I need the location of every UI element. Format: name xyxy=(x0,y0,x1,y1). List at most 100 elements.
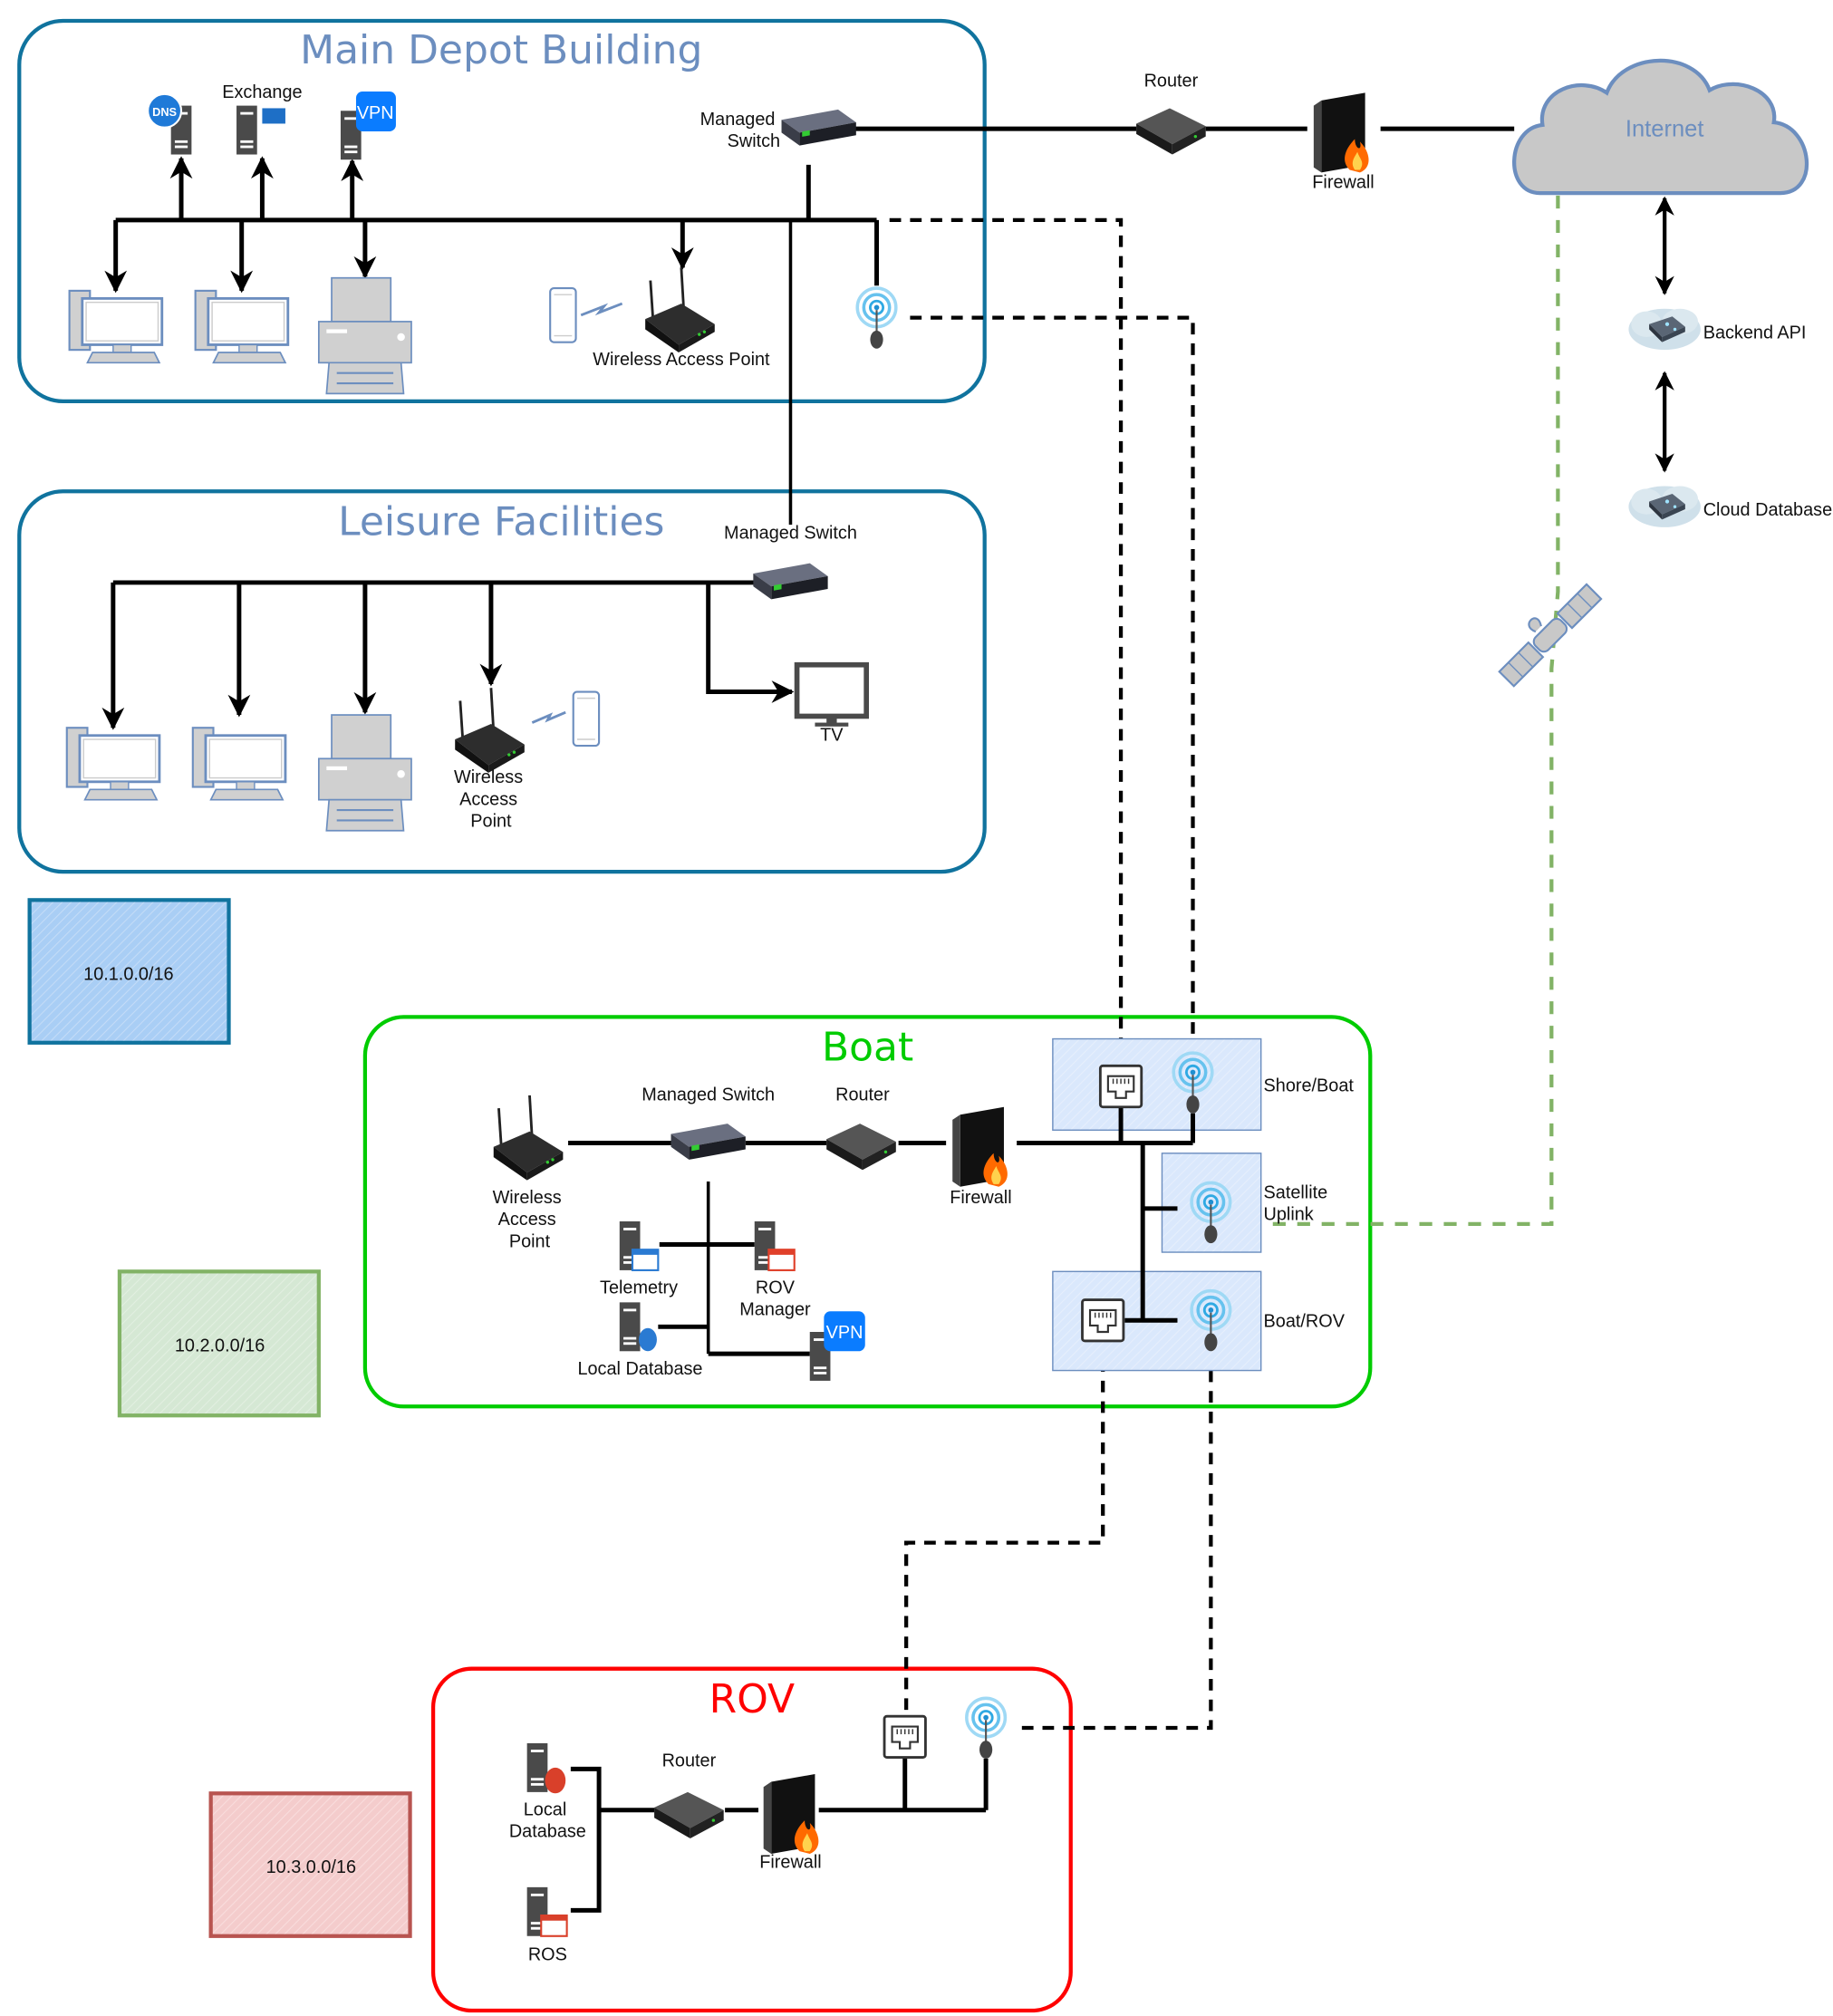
switch-label: Switch xyxy=(728,131,781,151)
wap-label: Point xyxy=(509,1231,551,1251)
rov-local-database[interactable]: Local Database xyxy=(509,1742,586,1842)
wireless-signal-icon xyxy=(531,710,566,724)
ros-label: ROS xyxy=(528,1945,567,1965)
exchange-icon xyxy=(262,108,285,124)
vpn-label: VPN xyxy=(826,1323,863,1343)
boat-firewall[interactable]: Firewall xyxy=(950,1106,1012,1208)
internet-cloud[interactable]: Internet xyxy=(1512,58,1809,196)
wireless-link-depot-boat xyxy=(910,315,1195,1065)
wap-label: Access xyxy=(459,789,517,809)
boat-managed-switch[interactable]: Managed Switch xyxy=(642,1085,775,1160)
database-icon xyxy=(639,1327,657,1352)
zone-title-leisure: Leisure Facilities xyxy=(338,498,664,545)
local-database-label: Database xyxy=(509,1822,586,1842)
zone-title-boat: Boat xyxy=(822,1025,913,1071)
leisure-mobile-device xyxy=(531,690,601,748)
local-database-label: Local Database xyxy=(577,1359,702,1379)
boat-router[interactable]: Router xyxy=(826,1085,896,1171)
link-panel-shore-boat xyxy=(1052,1037,1262,1131)
rov-router[interactable]: Router xyxy=(654,1751,724,1838)
edge-router[interactable]: Router xyxy=(1136,71,1206,155)
depot-mobile-device xyxy=(549,286,623,343)
subnet-box-10-3: 10.3.0.0/16 xyxy=(208,1791,412,1938)
dns-server[interactable]: DNS xyxy=(147,92,192,155)
dashed-links xyxy=(889,217,1213,1731)
shore-boat-ethernet-port[interactable] xyxy=(1098,1064,1143,1109)
subnet-box-10-1: 10.1.0.0/16 xyxy=(27,898,231,1045)
desktop-pc[interactable] xyxy=(68,289,164,364)
desktop-pc[interactable] xyxy=(191,726,287,802)
satellite-link xyxy=(1262,195,1560,1226)
subnet-label: 10.2.0.0/16 xyxy=(175,1336,265,1355)
switch-label: Managed xyxy=(700,110,776,130)
wap-label: Access xyxy=(498,1210,556,1230)
printer[interactable] xyxy=(317,713,413,832)
boat-vpn-server[interactable]: VPN xyxy=(809,1311,865,1381)
subnet-label: 10.3.0.0/16 xyxy=(266,1857,356,1877)
router-label: Router xyxy=(1144,71,1199,91)
depot-managed-switch[interactable]: Managed Switch xyxy=(700,109,856,151)
boat-rov-ethernet-port[interactable] xyxy=(1081,1298,1125,1343)
boat-local-database[interactable]: Local Database xyxy=(577,1302,702,1379)
exchange-label: Exchange xyxy=(222,82,302,102)
satellite-uplink-label: Satellite xyxy=(1264,1182,1328,1202)
tv-label: TV xyxy=(820,725,844,745)
cloud-database-label: Cloud Database xyxy=(1703,500,1832,520)
subnet-label: 10.1.0.0/16 xyxy=(83,964,173,984)
telemetry-server[interactable]: Telemetry xyxy=(600,1220,678,1297)
backend-api-label: Backend API xyxy=(1703,323,1807,342)
satellite-icon xyxy=(1498,583,1603,688)
rov-antenna[interactable] xyxy=(965,1696,1008,1760)
wap-label: Wireless xyxy=(493,1188,562,1208)
firewall-label: Firewall xyxy=(1312,172,1374,192)
shore-boat-label: Shore/Boat xyxy=(1264,1076,1355,1096)
depot-wireless-access-point[interactable]: Wireless Access Point xyxy=(593,265,770,370)
firewall-label: Firewall xyxy=(759,1853,821,1873)
ros-server[interactable]: ROS xyxy=(526,1886,568,1965)
edge-firewall[interactable]: Firewall xyxy=(1312,92,1375,192)
vpn-label: VPN xyxy=(357,103,394,123)
switch-label: Managed Switch xyxy=(724,524,857,544)
rov-ethernet-port[interactable] xyxy=(883,1714,927,1759)
wap-label: Wireless xyxy=(454,767,523,787)
boat-wireless-access-point[interactable]: Wireless Access Point xyxy=(492,1094,564,1251)
leisure-wiring xyxy=(101,580,795,730)
rov-manager-server[interactable]: ROV Manager xyxy=(739,1220,811,1320)
zone-title-main-depot: Main Depot Building xyxy=(300,27,702,73)
printer[interactable] xyxy=(317,276,413,395)
exchange-server[interactable]: Exchange xyxy=(222,82,303,155)
cloud-database[interactable]: Cloud Database xyxy=(1628,486,1832,527)
zone-title-rov: ROV xyxy=(709,1676,795,1722)
subnet-box-10-2: 10.2.0.0/16 xyxy=(117,1269,321,1418)
switch-label: Managed Switch xyxy=(642,1085,775,1105)
dns-label: DNS xyxy=(152,105,177,119)
wired-link-depot-boat xyxy=(889,217,1124,1065)
leisure-wireless-access-point[interactable]: Wireless Access Point xyxy=(453,686,526,831)
router-label: Router xyxy=(662,1751,717,1771)
telemetry-label: Telemetry xyxy=(600,1278,678,1297)
wired-link-boat-rov xyxy=(904,1339,1105,1717)
firewall-label: Firewall xyxy=(950,1188,1011,1208)
vpn-server[interactable]: VPN xyxy=(340,92,396,160)
tv-icon xyxy=(794,661,870,719)
boat-rov-label: Boat/ROV xyxy=(1264,1311,1346,1331)
leisure-managed-switch[interactable]: Managed Switch xyxy=(724,524,857,600)
desktop-pc[interactable] xyxy=(65,726,161,802)
desktop-pc[interactable] xyxy=(194,289,290,364)
wap-label: Point xyxy=(470,811,512,831)
satellite-uplink-label: Uplink xyxy=(1264,1205,1314,1225)
rov-manager-label: Manager xyxy=(739,1300,811,1320)
rov-manager-label: ROV xyxy=(756,1278,796,1297)
internet-label: Internet xyxy=(1626,117,1704,142)
zone-main-depot xyxy=(17,18,987,404)
local-database-label: Local xyxy=(524,1799,566,1819)
rov-firewall[interactable]: Firewall xyxy=(759,1774,822,1873)
backend-api[interactable]: Backend API xyxy=(1628,308,1807,351)
wap-label: Wireless Access Point xyxy=(593,350,770,370)
depot-wireless-antenna[interactable] xyxy=(855,286,898,351)
leisure-tv[interactable]: TV xyxy=(794,661,870,746)
network-diagram: Main Depot Building Leisure Facilities B… xyxy=(17,18,1832,2013)
wireless-signal-icon xyxy=(580,302,623,317)
database-icon xyxy=(545,1767,566,1794)
router-label: Router xyxy=(835,1085,890,1105)
